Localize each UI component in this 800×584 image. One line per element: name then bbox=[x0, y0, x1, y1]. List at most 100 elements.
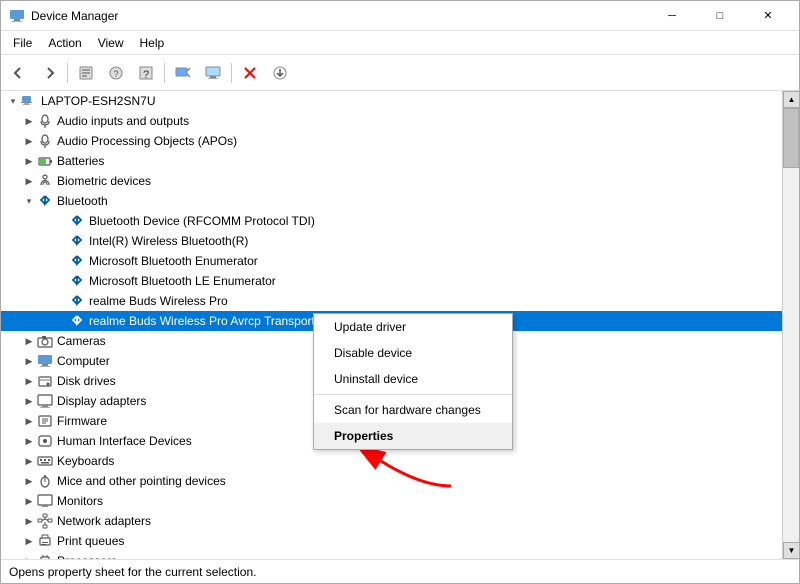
menu-view[interactable]: View bbox=[90, 34, 132, 52]
expand-keyboards[interactable]: ▶ bbox=[21, 453, 37, 469]
ctx-properties[interactable]: Properties bbox=[314, 423, 512, 449]
mice-label: Mice and other pointing devices bbox=[57, 474, 226, 488]
bluetooth-label: Bluetooth bbox=[57, 194, 108, 208]
batteries-label: Batteries bbox=[57, 154, 104, 168]
menu-file[interactable]: File bbox=[5, 34, 40, 52]
toolbar-sep-3 bbox=[231, 63, 232, 83]
close-button[interactable]: ✕ bbox=[745, 1, 791, 31]
tree-item-network[interactable]: ▶ Network adapters bbox=[1, 511, 782, 531]
monitors-label: Monitors bbox=[57, 494, 103, 508]
expand-cameras[interactable]: ▶ bbox=[21, 333, 37, 349]
bt-rfcomm-icon bbox=[69, 213, 85, 229]
menu-action[interactable]: Action bbox=[40, 34, 89, 52]
tree-root[interactable]: ▾ LAPTOP-ESH2SN7U bbox=[1, 91, 782, 111]
ctx-update-driver[interactable]: Update driver bbox=[314, 314, 512, 340]
toolbar-forward[interactable] bbox=[35, 59, 63, 87]
toolbar-remove[interactable] bbox=[236, 59, 264, 87]
tree-item-processors[interactable]: ▶ Processors bbox=[1, 551, 782, 559]
expand-biometric[interactable]: ▶ bbox=[21, 173, 37, 189]
bt-le-label: Microsoft Bluetooth LE Enumerator bbox=[89, 274, 276, 288]
scroll-up-button[interactable]: ▲ bbox=[783, 91, 799, 108]
expand-audio-processing[interactable]: ▶ bbox=[21, 133, 37, 149]
tree-item-monitors[interactable]: ▶ Monitors bbox=[1, 491, 782, 511]
toolbar-help[interactable]: ? bbox=[132, 59, 160, 87]
tree-item-bluetooth[interactable]: ▾ Bluetooth bbox=[1, 191, 782, 211]
minimize-button[interactable]: ─ bbox=[649, 1, 695, 31]
bt-wireless-icon bbox=[69, 233, 85, 249]
tree-item-batteries[interactable]: ▶ Batteries bbox=[1, 151, 782, 171]
toolbar-update-driver[interactable]: ? bbox=[102, 59, 130, 87]
title-text: Device Manager bbox=[31, 9, 118, 23]
expand-audio-inputs[interactable]: ▶ bbox=[21, 113, 37, 129]
expand-processors[interactable]: ▶ bbox=[21, 553, 37, 559]
expand-hid[interactable]: ▶ bbox=[21, 433, 37, 449]
status-text: Opens property sheet for the current sel… bbox=[9, 565, 256, 579]
bt-enum-label: Microsoft Bluetooth Enumerator bbox=[89, 254, 258, 268]
toolbar-back[interactable] bbox=[5, 59, 33, 87]
disk-icon bbox=[37, 373, 53, 389]
bt-rfcomm-label: Bluetooth Device (RFCOMM Protocol TDI) bbox=[89, 214, 315, 228]
maximize-button[interactable]: □ bbox=[697, 1, 743, 31]
monitors-icon bbox=[37, 493, 53, 509]
expand-monitors[interactable]: ▶ bbox=[21, 493, 37, 509]
expand-computer[interactable]: ▶ bbox=[21, 353, 37, 369]
status-bar: Opens property sheet for the current sel… bbox=[1, 559, 799, 583]
audio-processing-icon bbox=[37, 133, 53, 149]
bt-buds-avrcp-label: realme Buds Wireless Pro Avrcp Transport bbox=[89, 314, 315, 328]
expand-mice[interactable]: ▶ bbox=[21, 473, 37, 489]
ctx-scan-hardware[interactable]: Scan for hardware changes bbox=[314, 397, 512, 423]
toolbar-sep-1 bbox=[67, 63, 68, 83]
print-label: Print queues bbox=[57, 534, 124, 548]
network-icon bbox=[37, 513, 53, 529]
ctx-disable-device[interactable]: Disable device bbox=[314, 340, 512, 366]
hid-label: Human Interface Devices bbox=[57, 434, 192, 448]
tree-area[interactable]: ▾ LAPTOP-ESH2SN7U ▶ bbox=[1, 91, 782, 559]
main-area: ▾ LAPTOP-ESH2SN7U ▶ bbox=[1, 91, 799, 559]
context-menu: Update driver Disable device Uninstall d… bbox=[313, 313, 513, 450]
tree-item-biometric[interactable]: ▶ Biometric devices bbox=[1, 171, 782, 191]
bt-buds-icon bbox=[69, 293, 85, 309]
tree-item-bt-le[interactable]: ▶ Microsoft Bluetooth LE Enumerator bbox=[1, 271, 782, 291]
expand-bluetooth[interactable]: ▾ bbox=[21, 193, 37, 209]
scroll-down-button[interactable]: ▼ bbox=[783, 542, 799, 559]
tree-item-bt-rfcomm[interactable]: ▶ Bluetooth Device (RFCOMM Protocol TDI) bbox=[1, 211, 782, 231]
expand-display[interactable]: ▶ bbox=[21, 393, 37, 409]
toolbar-monitor[interactable] bbox=[199, 59, 227, 87]
bt-wireless-label: Intel(R) Wireless Bluetooth(R) bbox=[89, 234, 248, 248]
tree-item-keyboards[interactable]: ▶ Keyboards bbox=[1, 451, 782, 471]
device-manager-window: Device Manager ─ □ ✕ File Action View He… bbox=[0, 0, 800, 584]
tree-item-print[interactable]: ▶ Print queues bbox=[1, 531, 782, 551]
toolbar-download[interactable] bbox=[266, 59, 294, 87]
audio-inputs-icon bbox=[37, 113, 53, 129]
menu-help[interactable]: Help bbox=[132, 34, 173, 52]
bt-buds-label: realme Buds Wireless Pro bbox=[89, 294, 228, 308]
scroll-thumb[interactable] bbox=[783, 108, 799, 168]
ctx-uninstall-device[interactable]: Uninstall device bbox=[314, 366, 512, 392]
toolbar-scan[interactable] bbox=[169, 59, 197, 87]
tree-item-bt-buds[interactable]: ▶ realme Buds Wireless Pro bbox=[1, 291, 782, 311]
bluetooth-icon bbox=[37, 193, 53, 209]
tree-item-mice[interactable]: ▶ Mice and other pointing devices bbox=[1, 471, 782, 491]
tree-item-audio-processing[interactable]: ▶ Audio Processing Objects (APOs) bbox=[1, 131, 782, 151]
expand-firmware[interactable]: ▶ bbox=[21, 413, 37, 429]
keyboards-label: Keyboards bbox=[57, 454, 114, 468]
scrollbar[interactable]: ▲ ▼ bbox=[782, 91, 799, 559]
firmware-label: Firmware bbox=[57, 414, 107, 428]
tree-item-audio-inputs[interactable]: ▶ Audio inputs and outputs bbox=[1, 111, 782, 131]
window-controls: ─ □ ✕ bbox=[649, 1, 791, 31]
tree-item-bt-enum[interactable]: ▶ Microsoft Bluetooth Enumerator bbox=[1, 251, 782, 271]
svg-text:?: ? bbox=[143, 69, 149, 81]
root-expand[interactable]: ▾ bbox=[5, 93, 21, 109]
scroll-track[interactable] bbox=[783, 108, 799, 542]
firmware-icon bbox=[37, 413, 53, 429]
toolbar-properties[interactable] bbox=[72, 59, 100, 87]
tree-item-bt-wireless[interactable]: ▶ Intel(R) Wireless Bluetooth(R) bbox=[1, 231, 782, 251]
ctx-sep bbox=[314, 394, 512, 395]
expand-disk[interactable]: ▶ bbox=[21, 373, 37, 389]
network-label: Network adapters bbox=[57, 514, 151, 528]
audio-processing-label: Audio Processing Objects (APOs) bbox=[57, 134, 237, 148]
expand-batteries[interactable]: ▶ bbox=[21, 153, 37, 169]
hid-icon bbox=[37, 433, 53, 449]
expand-print[interactable]: ▶ bbox=[21, 533, 37, 549]
expand-network[interactable]: ▶ bbox=[21, 513, 37, 529]
